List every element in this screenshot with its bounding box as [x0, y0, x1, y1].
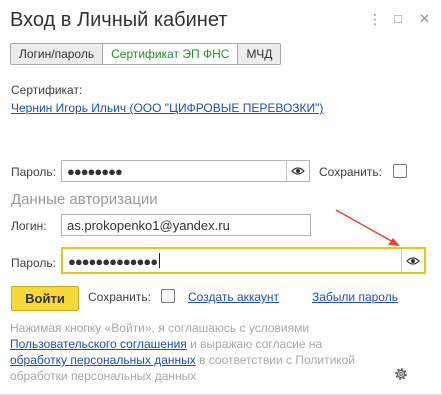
create-account-link[interactable]: Создать аккаунт: [188, 290, 279, 304]
save-checkbox[interactable]: [161, 289, 175, 303]
personal-data-link[interactable]: обработку персональных данных: [10, 353, 196, 367]
agreement-text-1: Нажимая кнопку «Войти», я соглашаюсь с у…: [10, 321, 310, 335]
agreement-text-3: в соответствии с Политикой: [195, 353, 356, 367]
user-agreement-link[interactable]: Пользовательского соглашения: [10, 337, 187, 351]
agreement-text-4: обработки персональных данных: [10, 369, 197, 383]
gear-icon[interactable]: [393, 366, 409, 385]
save-label: Сохранить:: [88, 290, 151, 304]
login-button[interactable]: Войти: [11, 286, 79, 311]
agreement-text-2: и выражаю согласие на: [186, 337, 323, 351]
login-dialog: Вход в Личный кабинет ⋮ □ ✕ Логин/пароль…: [0, 0, 442, 395]
agreement-note: Нажимая кнопку «Войти», я соглашаюсь с у…: [10, 320, 390, 384]
forgot-password-link[interactable]: Забыли пароль: [312, 290, 398, 304]
